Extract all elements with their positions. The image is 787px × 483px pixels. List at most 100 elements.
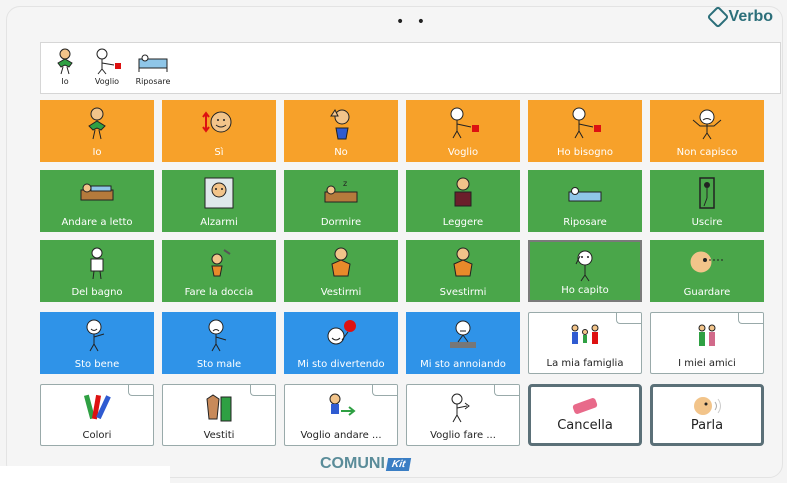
bottom-white-area <box>0 466 170 483</box>
tablet-device: • • Verbo Io Voglio Riposare Io Sì No Vo… <box>0 0 787 483</box>
folder-vestiti[interactable]: Vestiti <box>162 384 276 446</box>
cell-label: I miei amici <box>678 358 736 369</box>
cell-label: Ho bisogno <box>556 147 614 158</box>
look-eye-icon <box>690 251 725 273</box>
cell-label: Ho capito <box>561 285 609 296</box>
sleep-icon: z <box>324 179 358 203</box>
io-person-icon <box>57 48 73 75</box>
family-icon <box>571 324 599 344</box>
cancella-button[interactable]: Cancella <box>528 384 642 446</box>
cell-label: Riposare <box>563 217 607 228</box>
cell-label: Non capisco <box>676 147 738 158</box>
cell-andare-a-letto[interactable]: Andare a letto <box>40 170 154 232</box>
cell-label: Guardare <box>683 287 731 298</box>
cell-label: Alzarmi <box>200 217 238 228</box>
cell-io[interactable]: Io <box>40 100 154 162</box>
cell-label: Voglio <box>447 147 479 158</box>
sentence-item-label: Riposare <box>135 77 171 86</box>
cell-dormire[interactable]: z Dormire <box>284 170 398 232</box>
undress-icon <box>453 247 473 277</box>
read-book-icon <box>454 177 472 207</box>
cell-label: Sto bene <box>74 359 120 370</box>
cell-mi-sto-annoiando[interactable]: Mi sto annoiando <box>406 312 520 374</box>
cell-label: Andare a letto <box>61 217 133 228</box>
clothes-icon <box>206 394 232 422</box>
feel-bad-icon <box>208 319 227 352</box>
cell-voglio[interactable]: Voglio <box>406 100 520 162</box>
sentence-item-label: Voglio <box>94 77 120 86</box>
folder-colori[interactable]: Colori <box>40 384 154 446</box>
camera-dots: • • <box>396 14 429 30</box>
folder-i-miei-amici[interactable]: I miei amici <box>650 312 764 374</box>
folder-voglio-andare[interactable]: Voglio andare ... <box>284 384 398 446</box>
cell-vestirmi[interactable]: Vestirmi <box>284 240 398 302</box>
cell-no[interactable]: No <box>284 100 398 162</box>
speak-face-icon <box>694 397 721 415</box>
cell-mi-sto-divertendo[interactable]: Mi sto divertendo <box>284 312 398 374</box>
cell-uscire[interactable]: Uscire <box>650 170 764 232</box>
ho-bisogno-icon <box>572 107 601 139</box>
cell-label: Voglio andare ... <box>300 430 382 441</box>
folder-la-mia-famiglia[interactable]: La mia famiglia <box>528 312 642 374</box>
cell-guardare[interactable]: Guardare <box>650 240 764 302</box>
cell-label: Colori <box>82 430 112 441</box>
cell-sto-bene[interactable]: Sto bene <box>40 312 154 374</box>
exit-door-icon <box>699 177 715 209</box>
svg-text:z: z <box>343 179 347 188</box>
eraser-icon <box>572 398 598 414</box>
kit-badge: Kit <box>385 457 412 471</box>
cell-label: Svestirmi <box>439 287 487 298</box>
cell-del-bagno[interactable]: Del bagno <box>40 240 154 302</box>
sentence-item-riposare[interactable]: Riposare <box>131 47 175 91</box>
cell-sto-male[interactable]: Sto male <box>162 312 276 374</box>
voglio-hand-icon <box>96 48 121 75</box>
balloon-fun-icon <box>327 320 356 345</box>
cell-ho-capito[interactable]: Ho capito <box>528 240 642 302</box>
verbo-logo-icon <box>706 5 729 29</box>
sentence-item-voglio[interactable]: Voglio <box>89 47 125 91</box>
sentence-item-io[interactable]: Io <box>47 47 83 91</box>
cell-label: Cancella <box>557 418 613 433</box>
folder-voglio-fare[interactable]: Voglio fare ... <box>406 384 520 446</box>
si-nod-icon <box>202 111 232 133</box>
cell-label: Fare la doccia <box>184 287 254 298</box>
cell-alzarmi[interactable]: Alzarmi <box>162 170 276 232</box>
non-capisco-icon <box>692 109 722 140</box>
cell-ho-bisogno[interactable]: Ho bisogno <box>528 100 642 162</box>
cell-label: Voglio fare ... <box>430 430 496 441</box>
cell-riposare[interactable]: Riposare <box>528 170 642 232</box>
cell-label: Dormire <box>320 217 362 228</box>
rest-icon <box>568 187 602 202</box>
sentence-item-label: Io <box>61 77 69 86</box>
bored-icon <box>450 320 476 348</box>
cell-label: Io <box>92 147 102 158</box>
io-person-icon <box>88 107 106 140</box>
cell-label: Leggere <box>442 217 484 228</box>
want-do-icon <box>451 393 470 423</box>
cell-label: Uscire <box>691 217 723 228</box>
cell-non-capisco[interactable]: Non capisco <box>650 100 764 162</box>
cell-leggere[interactable]: Leggere <box>406 170 520 232</box>
cell-label: Del bagno <box>71 287 123 298</box>
want-go-icon <box>329 393 356 416</box>
cell-svestirmi[interactable]: Svestirmi <box>406 240 520 302</box>
comunikit-logo-text: COMUNI <box>320 455 385 472</box>
riposare-bed-icon <box>138 54 168 72</box>
feel-good-icon <box>86 319 105 352</box>
voglio-hand-icon <box>450 107 479 139</box>
parla-button[interactable]: Parla <box>650 384 764 446</box>
cell-label: Sì <box>214 147 224 158</box>
cell-fare-la-doccia[interactable]: Fare la doccia <box>162 240 276 302</box>
cell-label: Vestirmi <box>320 287 362 298</box>
cell-label: Sto male <box>196 359 242 370</box>
cell-label: Mi sto annoiando <box>420 359 506 370</box>
brand-name: Verbo <box>728 8 773 25</box>
friends-icon <box>698 324 716 346</box>
cell-label: Parla <box>690 418 724 433</box>
bathroom-icon <box>90 247 104 280</box>
sentence-bar[interactable]: Io Voglio Riposare <box>40 42 781 94</box>
dress-up-icon <box>331 247 351 277</box>
cell-label: La mia famiglia <box>546 358 624 369</box>
alzarmi-icon <box>204 177 234 209</box>
cell-si[interactable]: Sì <box>162 100 276 162</box>
